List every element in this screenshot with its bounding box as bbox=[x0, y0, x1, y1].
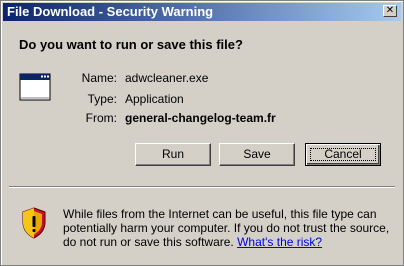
window-title: File Download - Security Warning bbox=[7, 4, 214, 19]
run-button[interactable]: Run bbox=[135, 143, 211, 166]
divider bbox=[9, 186, 395, 188]
file-name-label: Name: bbox=[81, 71, 117, 85]
cancel-button-label: Cancel bbox=[324, 147, 362, 161]
file-from-label: From: bbox=[85, 111, 117, 125]
application-window-icon bbox=[19, 73, 51, 101]
cancel-button[interactable]: Cancel bbox=[305, 143, 381, 166]
title-bar[interactable]: File Download - Security Warning ✕ bbox=[3, 3, 401, 21]
security-warning-message: While files from the Internet can be use… bbox=[63, 207, 393, 249]
file-name-value: adwcleaner.exe bbox=[125, 71, 209, 85]
file-from-value: general-changelog-team.fr bbox=[125, 111, 276, 125]
run-button-label: Run bbox=[161, 147, 184, 161]
close-button[interactable]: ✕ bbox=[383, 5, 397, 17]
save-button-label: Save bbox=[243, 147, 271, 161]
save-button[interactable]: Save bbox=[219, 143, 295, 166]
dialog-question: Do you want to run or save this file? bbox=[19, 37, 243, 52]
file-type-value: Application bbox=[125, 92, 184, 106]
close-icon: ✕ bbox=[385, 5, 395, 16]
security-shield-icon bbox=[22, 207, 46, 239]
warning-text: While files from the Internet can be use… bbox=[63, 207, 390, 249]
security-warning-dialog: File Download - Security Warning ✕ Do yo… bbox=[0, 0, 404, 266]
file-type-label: Type: bbox=[87, 92, 117, 106]
whats-the-risk-link[interactable]: What's the risk? bbox=[237, 235, 322, 249]
